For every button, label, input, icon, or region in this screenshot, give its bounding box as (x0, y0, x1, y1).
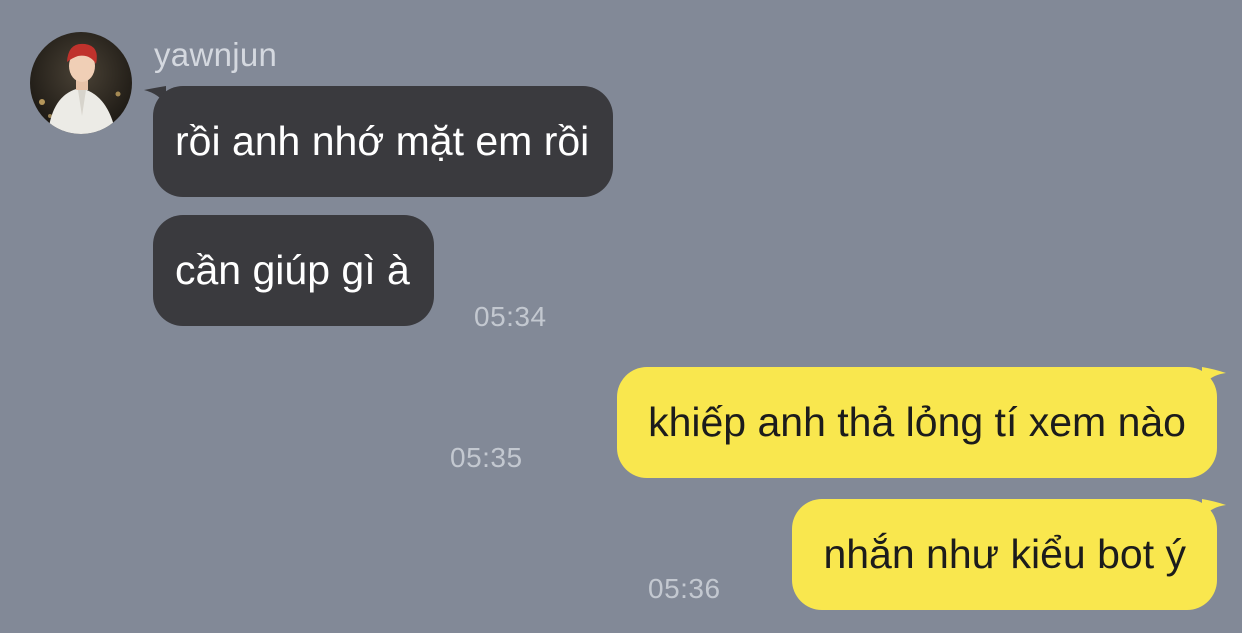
sender-avatar[interactable] (30, 32, 132, 134)
message-text: nhắn như kiểu bot ý (823, 531, 1186, 577)
sender-name: yawnjun (154, 36, 278, 73)
message-bubble-outgoing[interactable]: khiếp anh thả lỏng tí xem nào (617, 367, 1217, 478)
message-bubble-incoming[interactable]: cần giúp gì à (153, 215, 434, 326)
message-bubble-incoming[interactable]: rồi anh nhớ mặt em rồi (153, 86, 614, 197)
message-timestamp: 05:36 (648, 573, 721, 604)
message-text: cần giúp gì à (175, 247, 410, 293)
message-text: rồi anh nhớ mặt em rồi (175, 118, 590, 164)
message-bubble-outgoing[interactable]: nhắn như kiểu bot ý (792, 499, 1217, 610)
message-timestamp: 05:34 (474, 301, 547, 332)
avatar-photo-icon (30, 32, 132, 134)
message-timestamp: 05:35 (450, 442, 523, 473)
outgoing-bubble-tail (1202, 499, 1226, 519)
message-text: khiếp anh thả lỏng tí xem nào (648, 399, 1186, 445)
outgoing-bubble-tail (1202, 367, 1226, 387)
